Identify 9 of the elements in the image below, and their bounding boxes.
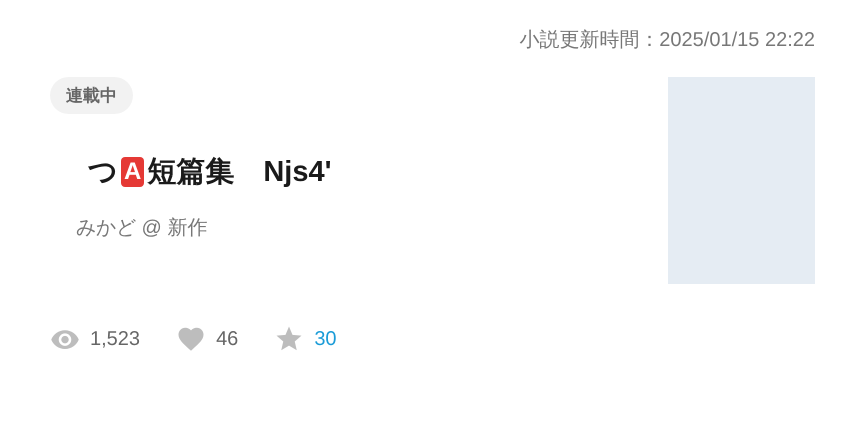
- update-time: 小説更新時間：2025/01/15 22:22: [519, 28, 815, 53]
- letter-badge: A: [121, 157, 144, 187]
- status-tag: 連載中: [50, 77, 133, 114]
- novel-title: 短篇集 Njs4': [147, 155, 332, 190]
- count-text: 30: [314, 328, 337, 350]
- count-text: 1,523: [90, 328, 140, 350]
- author-link[interactable]: みかど @ 新作: [76, 214, 208, 241]
- novel-title: つ: [88, 155, 118, 190]
- count-text: 46: [216, 328, 238, 350]
